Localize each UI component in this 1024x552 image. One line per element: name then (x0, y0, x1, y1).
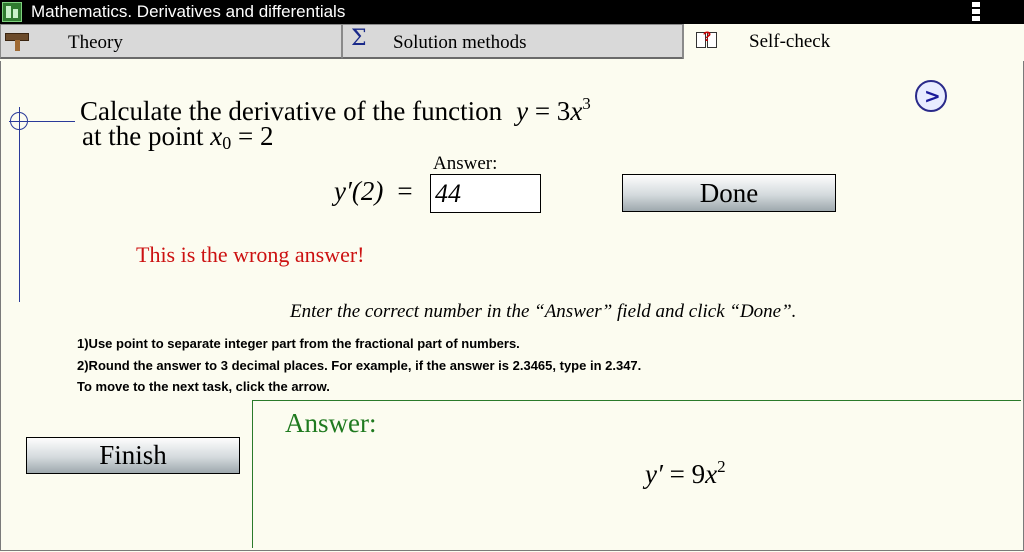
finish-button[interactable]: Finish (26, 437, 240, 474)
answer-formula: y′ = 9x2 (645, 457, 726, 489)
derivative-label: y′(2) = (334, 176, 413, 206)
app-icon (2, 2, 22, 22)
more-vertical-icon[interactable] (972, 2, 980, 22)
point-value: = 2 (231, 121, 274, 151)
title-bar: Mathematics. Derivatives and differentia… (0, 0, 1024, 24)
next-task-button[interactable]: > (915, 80, 947, 112)
answer-panel-title: Answer: (285, 408, 377, 438)
task-function: y = 3x3 (516, 94, 591, 126)
feedback-message: This is the wrong answer! (136, 242, 365, 267)
book-icon: ? (696, 29, 718, 50)
task-point-text: at the point (82, 121, 204, 151)
note-next-task: To move to the next task, click the arro… (77, 379, 330, 394)
instruction-text: Enter the correct number in the “Answer”… (290, 301, 797, 322)
answer-panel: Answer: y′ = 9x2 (252, 400, 1021, 548)
done-button[interactable]: Done (622, 174, 836, 212)
hammer-icon (5, 33, 31, 51)
tab-solution-methods[interactable]: Σ Solution methods (342, 24, 683, 59)
tab-bar: Theory Σ Solution methods ? Self-check (0, 24, 1024, 61)
tab-solution-methods-label: Solution methods (393, 32, 527, 53)
answer-caption: Answer: (433, 153, 498, 174)
window-title: Mathematics. Derivatives and differentia… (31, 2, 346, 21)
decorative-line (19, 107, 20, 302)
chevron-right-icon: > (924, 84, 941, 108)
task-point: at the point x0 = 2 (82, 121, 274, 153)
tab-self-check-label: Self-check (749, 31, 831, 52)
tab-theory[interactable]: Theory (0, 24, 342, 59)
self-check-panel: > Calculate the derivative of the functi… (0, 61, 1024, 551)
answer-input[interactable] (430, 174, 541, 213)
crosshair-icon (10, 112, 28, 130)
sigma-icon: Σ (351, 26, 367, 51)
note-decimal-point: 1)Use point to separate integer part fro… (77, 336, 520, 351)
note-rounding: 2)Round the answer to 3 decimal places. … (77, 358, 642, 373)
tab-theory-label: Theory (68, 32, 123, 53)
tab-self-check[interactable]: ? Self-check (683, 24, 1024, 59)
point-variable: x (210, 121, 223, 151)
